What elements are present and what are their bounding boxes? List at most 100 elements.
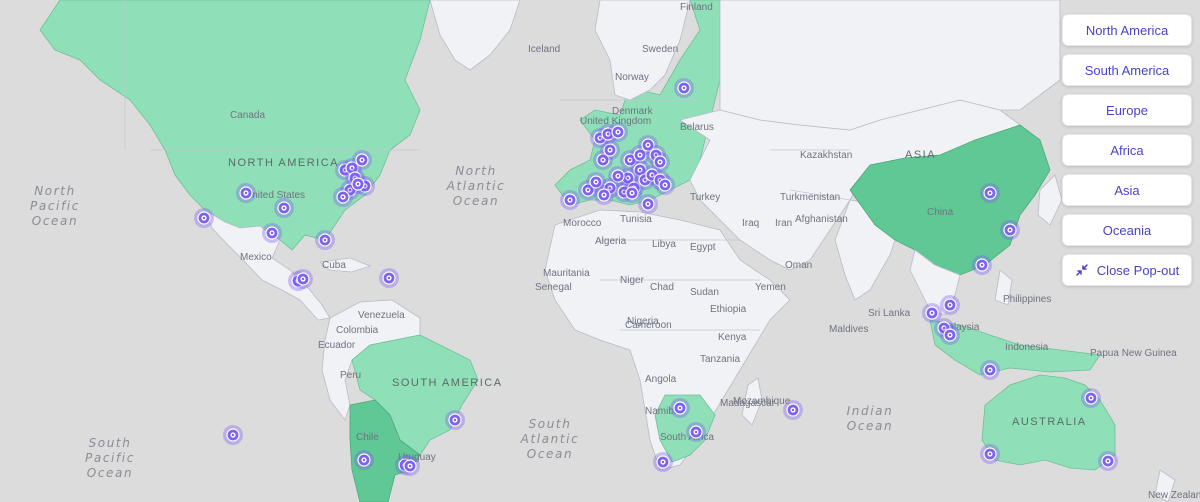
country-label: Canada [230, 110, 265, 121]
region-label: Africa [1110, 142, 1144, 158]
country-label: Mauritania [543, 268, 590, 279]
location-marker[interactable] [674, 78, 694, 98]
country-label: Senegal [535, 282, 572, 293]
continent-label: NORTH AMERICA [228, 157, 339, 169]
location-marker[interactable] [560, 190, 580, 210]
location-marker[interactable] [445, 410, 465, 430]
ocean-label: Indian Ocean [847, 404, 894, 433]
location-marker[interactable] [379, 268, 399, 288]
country-label: Tanzania [700, 354, 740, 365]
location-marker[interactable] [223, 425, 243, 445]
country-label: Maldives [829, 324, 868, 335]
world-map[interactable]: NORTH AMERICA SOUTH AMERICA ASIA AUSTRAL… [0, 0, 1200, 502]
land-layer [39, 0, 1176, 502]
country-label: Indonesia [1005, 342, 1049, 353]
region-label: Oceania [1102, 222, 1152, 238]
ocean-label: South Pacific Ocean [85, 436, 135, 480]
country-label: Egypt [690, 242, 716, 253]
location-marker[interactable] [980, 183, 1000, 203]
country-label: Libya [652, 239, 676, 250]
region-button-europe[interactable]: Europe [1062, 94, 1192, 126]
location-marker[interactable] [236, 183, 256, 203]
location-marker[interactable] [980, 444, 1000, 464]
country-label: Ethiopia [710, 304, 747, 315]
country-label: Algeria [595, 236, 627, 247]
russia-shape [719, 0, 1061, 131]
ocean-label: North Pacific Ocean [30, 184, 80, 228]
continent-label: ASIA [905, 149, 936, 161]
location-marker[interactable] [783, 400, 803, 420]
country-label: Sweden [642, 44, 678, 55]
location-marker[interactable] [980, 360, 1000, 380]
location-marker[interactable] [594, 185, 614, 205]
region-button-south-america[interactable]: South America [1062, 54, 1192, 86]
country-label: Iceland [528, 44, 560, 55]
country-label: Chad [650, 282, 674, 293]
location-marker[interactable] [940, 295, 960, 315]
country-label: Sudan [690, 287, 719, 298]
region-label: Europe [1106, 102, 1148, 118]
country-label: Papua New Guinea [1090, 348, 1177, 359]
country-label: Cuba [322, 260, 346, 271]
country-label: Oman [785, 260, 812, 271]
country-label: Tunisia [620, 214, 652, 225]
country-label: Madagascar [720, 398, 776, 409]
location-marker[interactable] [608, 122, 628, 142]
location-marker[interactable] [348, 174, 368, 194]
region-button-africa[interactable]: Africa [1062, 134, 1192, 166]
country-label: Belarus [680, 122, 714, 133]
location-marker[interactable] [622, 183, 642, 203]
region-panel: North America South America Europe Afric… [1062, 14, 1192, 286]
location-marker[interactable] [194, 208, 214, 228]
location-marker[interactable] [653, 452, 673, 472]
country-label: Turkey [690, 192, 720, 203]
country-label: Iraq [742, 218, 759, 229]
continent-label: SOUTH AMERICA [392, 377, 503, 389]
country-label: Kazakhstan [800, 150, 852, 161]
close-popout-label: Close Pop-out [1096, 262, 1180, 278]
country-label: Niger [620, 275, 645, 286]
country-label: Cameroon [625, 320, 672, 331]
continent-label: AUSTRALIA [1012, 416, 1087, 428]
location-marker[interactable] [293, 269, 313, 289]
location-marker[interactable] [262, 223, 282, 243]
country-label: Colombia [336, 325, 379, 336]
location-marker[interactable] [670, 398, 690, 418]
country-label: Morocco [563, 218, 602, 229]
region-label: Asia [1114, 182, 1140, 198]
location-marker[interactable] [274, 198, 294, 218]
country-label: Yemen [755, 282, 786, 293]
country-label: Afghanistan [795, 214, 848, 225]
country-label: Philippines [1003, 294, 1051, 305]
country-label: Chile [356, 432, 379, 443]
country-label: New Zealand [1148, 490, 1200, 501]
country-label: Mexico [240, 252, 272, 263]
country-label: Ecuador [318, 340, 356, 351]
location-marker[interactable] [354, 450, 374, 470]
location-marker[interactable] [352, 150, 372, 170]
region-button-oceania[interactable]: Oceania [1062, 214, 1192, 246]
region-label: North America [1085, 22, 1169, 38]
region-button-north-america[interactable]: North America [1062, 14, 1192, 46]
map-canvas[interactable]: NORTH AMERICA SOUTH AMERICA ASIA AUSTRAL… [0, 0, 1200, 502]
ocean-label: North Atlantic Ocean [446, 164, 506, 208]
location-marker[interactable] [655, 175, 675, 195]
location-marker[interactable] [972, 255, 992, 275]
close-popout-button[interactable]: Close Pop-out [1062, 254, 1192, 286]
location-marker[interactable] [940, 325, 960, 345]
country-label: Turkmenistan [780, 192, 840, 203]
location-marker[interactable] [686, 422, 706, 442]
region-label: South America [1084, 62, 1170, 78]
location-marker[interactable] [400, 456, 420, 476]
country-label: Peru [340, 370, 361, 381]
location-marker[interactable] [1098, 451, 1118, 471]
collapse-arrows-icon [1075, 263, 1089, 277]
country-label: Sri Lanka [868, 308, 911, 319]
country-label: Finland [680, 2, 713, 13]
ocean-label: South Atlantic Ocean [520, 417, 580, 461]
location-marker[interactable] [1081, 388, 1101, 408]
region-button-asia[interactable]: Asia [1062, 174, 1192, 206]
country-label: Kenya [718, 332, 747, 343]
location-marker[interactable] [1000, 220, 1020, 240]
location-marker[interactable] [315, 230, 335, 250]
